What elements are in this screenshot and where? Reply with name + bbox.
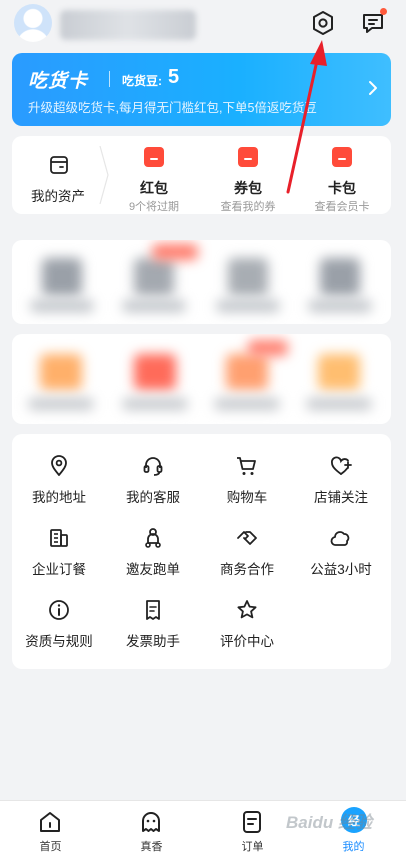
services-grid: 我的地址 我的客服 购物车 店铺关注 企业订餐 邀友跑单 商务合作 公益3小时 … (12, 434, 391, 669)
service-invoice-assistant[interactable]: 发票助手 (106, 578, 200, 650)
red-packet-button[interactable]: 红包 9个将过期 (108, 136, 200, 214)
settings-icon (313, 11, 333, 35)
username-blurred[interactable] (60, 10, 196, 40)
blurred-panel-2[interactable] (12, 334, 391, 424)
blurred-text (122, 300, 186, 312)
blurred-icon (42, 258, 82, 296)
service-customer-support[interactable]: 我的客服 (106, 434, 200, 506)
tab-label: 真香 (140, 841, 163, 853)
header (0, 0, 406, 50)
foodie-card-banner[interactable]: 吃货卡 吃货豆: 5 升级超级吃货卡,每月得无门槛红包,下单5倍返吃货豆 (12, 53, 391, 126)
my-assets-button[interactable]: 我的资产 (12, 136, 104, 214)
blurred-icon (228, 258, 268, 296)
service-shop-follow[interactable]: 店铺关注 (294, 434, 388, 506)
wallet-icon (50, 156, 68, 174)
service-label: 店铺关注 (314, 490, 368, 505)
card-pack-button[interactable]: 卡包 查看会员卡 (296, 136, 388, 214)
heart-plus-icon (331, 456, 352, 475)
coupon-pack-title: 券包 (234, 180, 262, 196)
watermark: Baidu 经验 (286, 813, 372, 832)
coupon-pack-button[interactable]: 券包 查看我的券 (202, 136, 294, 214)
star-icon (237, 600, 257, 619)
chevron-right-icon (369, 81, 377, 95)
blurred-text (306, 398, 372, 410)
blurred-text (214, 398, 280, 410)
blurred-text (216, 300, 280, 312)
blurred-text (308, 300, 372, 312)
info-icon (49, 600, 69, 620)
avatar[interactable] (14, 4, 52, 42)
blurred-icon (318, 354, 360, 390)
service-my-address[interactable]: 我的地址 (12, 434, 106, 506)
red-packet-icon (144, 147, 164, 167)
headset-icon (143, 457, 163, 476)
card-separator (109, 71, 110, 87)
tab-label: 首页 (39, 841, 62, 853)
service-enterprise-ordering[interactable]: 企业订餐 (12, 506, 106, 578)
blurred-icon (134, 354, 176, 390)
service-label: 发票助手 (126, 634, 180, 649)
home-icon (40, 812, 60, 832)
my-assets-label: 我的资产 (31, 189, 85, 204)
service-business-cooperation[interactable]: 商务合作 (200, 506, 294, 578)
service-label: 邀友跑单 (126, 562, 180, 577)
order-icon (243, 811, 261, 833)
location-icon (51, 455, 67, 476)
foodie-card-description: 升级超级吃货卡,每月得无门槛红包,下单5倍返吃货豆 (28, 101, 317, 115)
tab-home[interactable]: 首页 (0, 801, 101, 855)
tab-label: 我的 (342, 841, 365, 853)
blurred-badge (248, 340, 288, 356)
service-label: 企业订餐 (32, 562, 86, 577)
assets-panel: 我的资产 红包 9个将过期 券包 查看我的券 卡包 查看会员卡 (12, 136, 391, 214)
blurred-icon (226, 354, 268, 390)
service-cart[interactable]: 购物车 (200, 434, 294, 506)
service-label: 我的地址 (32, 490, 86, 505)
blurred-icon (320, 258, 360, 296)
coupon-icon (238, 147, 258, 167)
cloud-icon (330, 531, 350, 546)
bean-value: 5 (168, 66, 180, 88)
ghost-icon (142, 812, 160, 832)
tab-label: 订单 (241, 841, 264, 853)
card-pack-title: 卡包 (328, 180, 356, 196)
blurred-text (28, 398, 94, 410)
cart-icon (237, 457, 256, 475)
service-label: 商务合作 (220, 562, 274, 577)
tab-discover[interactable]: 真香 (101, 801, 202, 855)
invoice-icon (146, 600, 160, 620)
card-icon (332, 147, 352, 167)
service-review-center[interactable]: 评价中心 (200, 578, 294, 650)
red-packet-subtitle: 9个将过期 (128, 201, 180, 213)
blurred-badge (152, 244, 198, 260)
blurred-text (122, 398, 188, 410)
service-label: 购物车 (226, 490, 268, 505)
blurred-text (30, 300, 94, 312)
blurred-icon (134, 258, 174, 296)
service-invite-rider[interactable]: 邀友跑单 (106, 506, 200, 578)
annotation-arrow (286, 40, 327, 194)
card-pack-subtitle: 查看会员卡 (314, 201, 370, 213)
message-button[interactable] (358, 8, 388, 38)
service-label: 公益3小时 (310, 562, 372, 577)
service-label: 我的客服 (126, 490, 180, 505)
service-label: 资质与规则 (25, 634, 93, 649)
blurred-icon (40, 354, 82, 390)
service-label: 评价中心 (220, 634, 274, 649)
building-icon (50, 529, 68, 547)
red-packet-title: 红包 (140, 180, 168, 196)
foodie-card-title: 吃货卡 (28, 71, 89, 92)
blurred-panel-1[interactable] (12, 240, 391, 324)
service-qualification-rules[interactable]: 资质与规则 (12, 578, 106, 650)
unread-dot (380, 8, 387, 15)
scooter-icon (145, 528, 161, 548)
coupon-pack-subtitle: 查看我的券 (220, 201, 276, 213)
service-charity[interactable]: 公益3小时 (294, 506, 388, 578)
bean-label: 吃货豆: (122, 74, 162, 88)
settings-button[interactable] (308, 8, 338, 38)
handshake-icon (237, 531, 257, 545)
